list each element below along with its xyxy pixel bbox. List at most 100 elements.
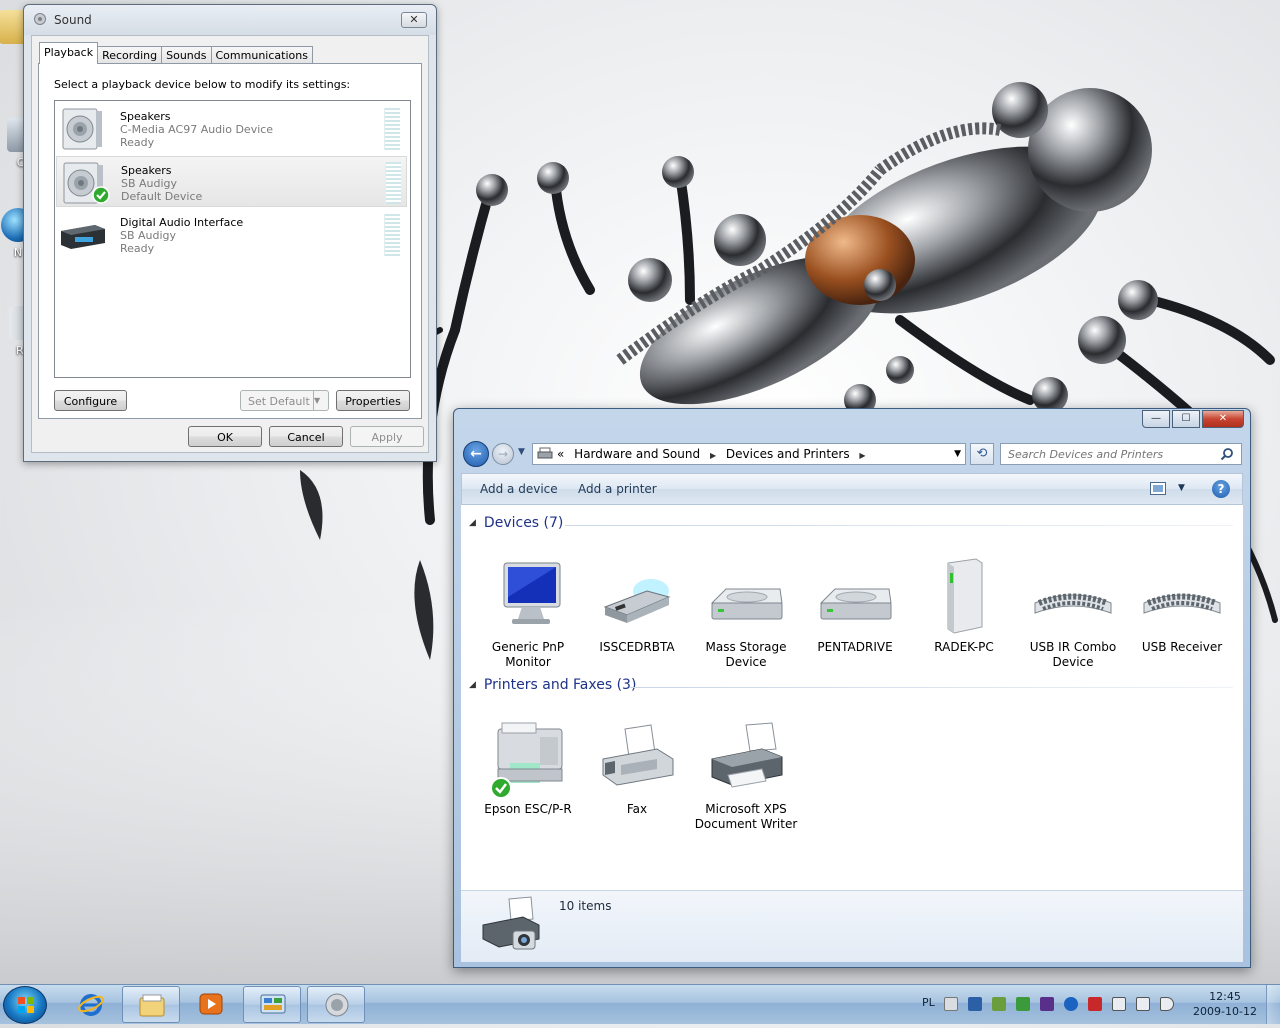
playback-device-list[interactable]: Speakers C-Media AC97 Audio Device Ready [54,100,411,378]
device-item-pentadrive[interactable]: PENTADRIVE [803,557,907,655]
tab-playback[interactable]: Playback [39,42,99,64]
clock-time: 12:45 [1209,990,1241,1003]
properties-button[interactable]: Properties [336,390,410,411]
device-label: Generic PnP Monitor [491,640,565,669]
cancel-button[interactable]: Cancel [269,426,343,447]
printer-item-microsoft-xps[interactable]: Microsoft XPS Document Writer [694,719,798,832]
device-name: Digital Audio Interface [120,216,244,229]
display-tray-icon[interactable] [992,997,1006,1011]
maximize-button[interactable]: ☐ [1172,410,1200,428]
app-tray-icon[interactable] [1040,997,1054,1011]
address-bar[interactable]: « Hardware and Sound ▶ Devices and Print… [532,443,966,465]
close-button[interactable]: ✕ [401,12,427,28]
tab-strip: Playback Recording Sounds Communications [39,42,313,64]
network-tray-icon[interactable] [1136,997,1150,1011]
device-item-radek-pc[interactable]: RADEK-PC [912,557,1016,655]
tab-sounds[interactable]: Sounds [161,46,212,64]
breadcrumb: « Hardware and Sound ▶ Devices and Print… [557,444,872,466]
set-default-button[interactable]: Set Default ▼ [240,390,329,411]
device-name: Speakers [121,164,172,177]
configure-button[interactable]: Configure [54,390,127,411]
help-icon[interactable]: ? [1212,480,1230,498]
devices-content-area: ◢ Devices (7) Generic PnP Monitor ISSCEDR… [461,505,1243,890]
computer-tower-icon [947,558,983,634]
search-icon[interactable] [1220,447,1234,461]
close-button[interactable]: ✕ [1202,410,1244,428]
bluetooth-icon[interactable] [1064,997,1078,1011]
usb-bluetooth-icon [603,579,671,623]
audio-manager-tray-icon[interactable] [968,997,982,1011]
sound-title: Sound [54,13,92,27]
taskbar-internet-explorer[interactable] [62,986,120,1023]
taskbar-clock[interactable]: 12:45 2009-10-12 [1187,989,1263,1019]
sound-titlebar[interactable]: Sound ✕ [24,5,436,35]
printer-icon [711,722,783,788]
printer-small-icon [537,447,553,459]
address-dropdown-icon[interactable]: ▼ [954,444,961,464]
apply-button[interactable]: Apply [350,426,424,447]
devices-group-header[interactable]: ◢ Devices (7) [469,515,563,535]
keyboard-tray-icon[interactable] [944,997,958,1011]
chevron-right-icon[interactable]: ▶ [710,451,716,460]
caption-buttons: — ☐ ✕ [1140,410,1244,428]
tab-recording[interactable]: Recording [97,46,163,64]
chevron-right-icon[interactable]: ▶ [859,451,865,460]
printer-label: Fax [626,802,648,816]
add-printer-button[interactable]: Add a printer [578,474,657,504]
recent-pages-dropdown[interactable]: ▼ [518,447,525,457]
playback-panel: Select a playback device below to modify… [38,63,422,419]
tab-communications[interactable]: Communications [210,46,313,64]
device-row-digital-audio[interactable]: Digital Audio Interface SB Audigy Ready [56,209,407,260]
item-count: 10 items [559,899,612,913]
device-description: C-Media AC97 Audio Device [120,123,274,136]
device-item-usb-ir-combo[interactable]: USB IR Combo Device [1021,557,1125,670]
start-button[interactable] [3,986,47,1024]
breadcrumb-overflow[interactable]: « [557,447,564,461]
printer-item-epson[interactable]: Epson ESC/P-R [476,719,580,817]
collapse-triangle-icon[interactable]: ◢ [469,518,476,528]
minimize-button[interactable]: — [1142,410,1170,428]
devices-and-printers-icon [482,896,540,950]
printers-group-header[interactable]: ◢ Printers and Faxes (3) [469,677,636,697]
device-item-generic-pnp-monitor[interactable]: Generic PnP Monitor [476,557,580,670]
collapse-triangle-icon[interactable]: ◢ [469,680,476,690]
device-item-mass-storage-device[interactable]: Mass Storage Device [694,557,798,670]
refresh-icon[interactable]: ⟲ [970,443,994,465]
details-pane: 10 items [461,890,1243,962]
clock-date: 2009-10-12 [1193,1005,1257,1018]
breadcrumb-devices-and-printers[interactable]: Devices and Printers [726,447,850,461]
device-item-usb-receiver[interactable]: USB Receiver [1130,557,1234,655]
action-center-flag-icon[interactable] [1112,997,1126,1011]
change-view-icon[interactable] [1150,482,1166,495]
taskbar-sound[interactable] [307,986,365,1023]
show-desktop-button[interactable] [1266,985,1280,1024]
window-titlebar[interactable] [454,409,1250,437]
device-description: SB Audigy [120,229,177,242]
device-row-speakers-sb-audigy[interactable]: Speakers SB Audigy Default Device [56,156,407,207]
taskbar-media-player[interactable] [182,986,240,1023]
language-indicator[interactable]: PL [922,996,935,1009]
volume-icon[interactable] [1160,997,1174,1011]
antivirus-tray-icon[interactable] [1088,997,1102,1011]
taskbar: PL 12:45 2009-10-12 [0,984,1280,1024]
device-description: SB Audigy [121,177,178,190]
back-arrow-icon[interactable]: ← [463,441,489,467]
printer-label: Microsoft XPS Document Writer [694,802,798,831]
taskbar-control-panel[interactable] [243,986,301,1023]
add-device-button[interactable]: Add a device [480,474,558,504]
default-check-icon [490,777,512,799]
drive-icon [819,588,892,620]
breadcrumb-hardware-and-sound[interactable]: Hardware and Sound [574,447,700,461]
forward-arrow-icon[interactable]: → [492,443,514,465]
drive-icon [710,588,783,620]
taskbar-windows-explorer[interactable] [122,986,180,1023]
safely-remove-tray-icon[interactable] [1016,997,1030,1011]
device-row-speakers-cmedia[interactable]: Speakers C-Media AC97 Audio Device Ready [56,103,407,154]
sound-icon [325,993,349,1017]
printer-item-fax[interactable]: Fax [585,719,689,817]
search-input[interactable] [1000,443,1242,465]
view-options-dropdown[interactable]: ▼ [1178,483,1185,493]
device-name: Speakers [120,110,171,123]
device-item-isscedrbta[interactable]: ISSCEDRBTA [585,557,689,655]
ok-button[interactable]: OK [188,426,262,447]
